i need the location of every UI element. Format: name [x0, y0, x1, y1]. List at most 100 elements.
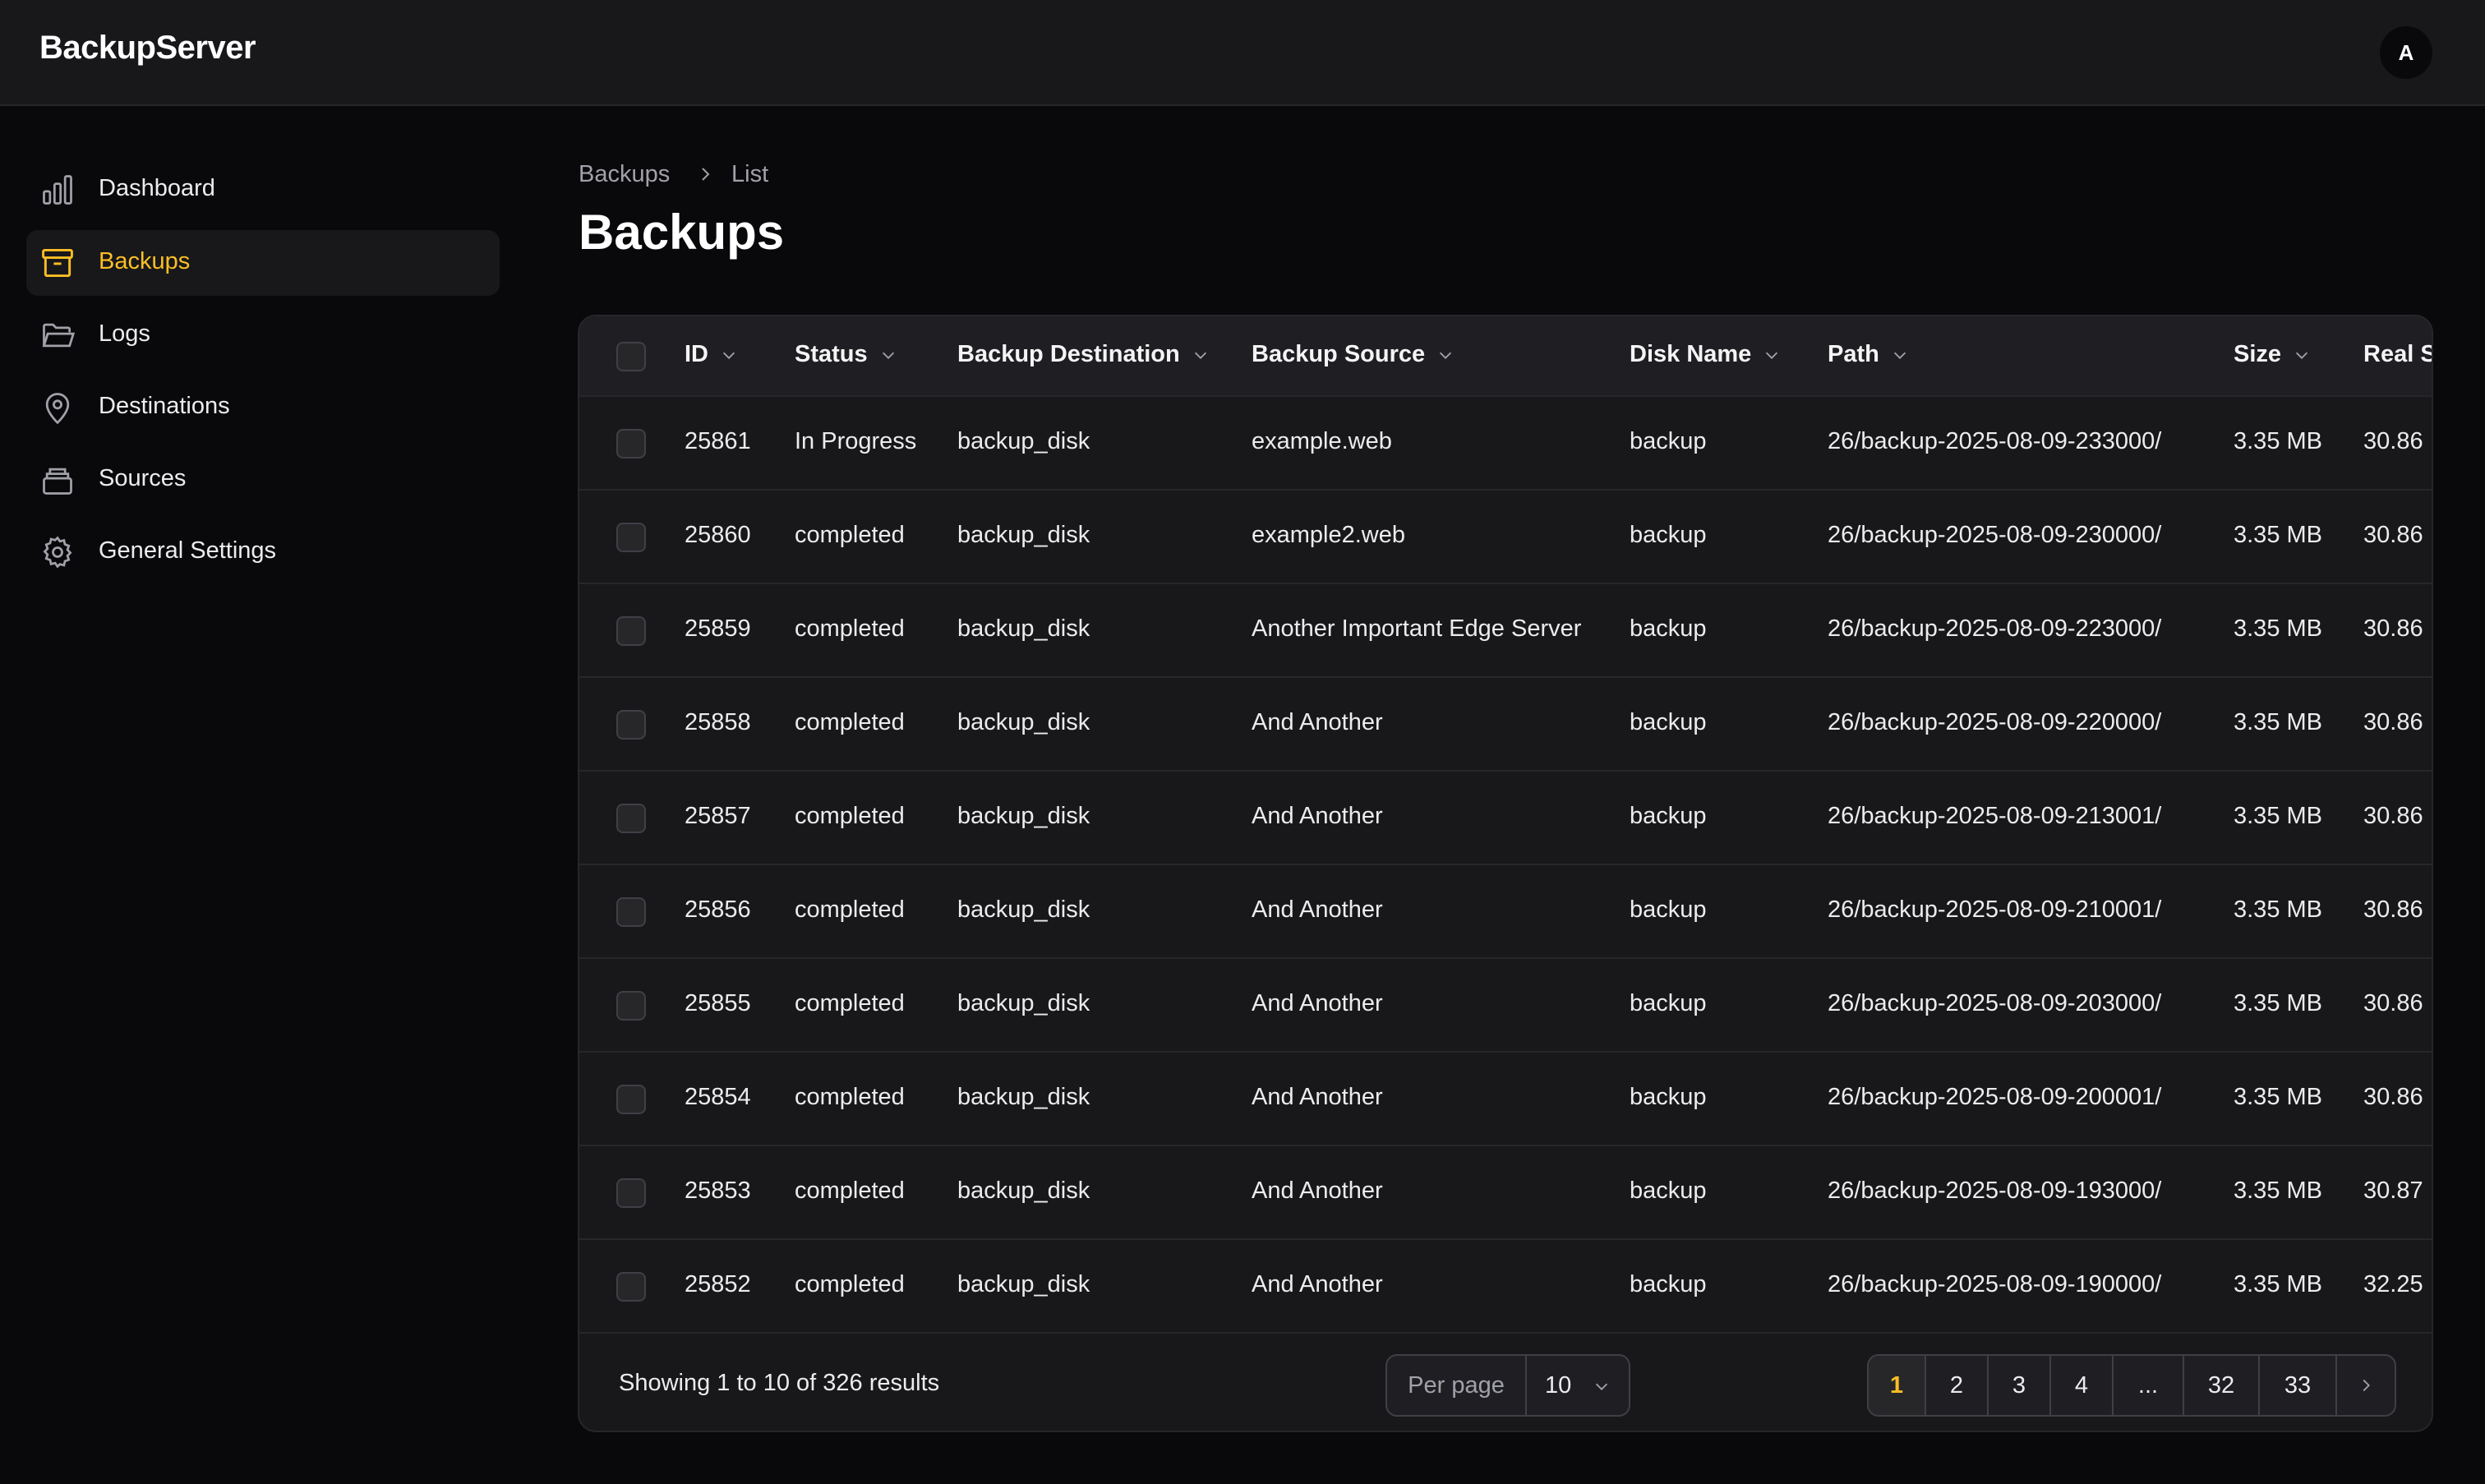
- chevron-down-icon: [1595, 1383, 1608, 1390]
- cell-backup-destination: backup_disk: [957, 615, 1090, 642]
- table-row[interactable]: 25853 completed backup_disk And Another back…: [579, 1146, 2433, 1240]
- row-checkbox[interactable]: [616, 429, 646, 459]
- table-row[interactable]: 25858 completed backup_disk And Another back…: [579, 678, 2432, 772]
- cell-real-size: 30.86: [2363, 803, 2423, 829]
- column-header-id[interactable]: ID: [685, 341, 738, 368]
- cell-disk-name: backup: [1630, 1271, 1707, 1297]
- per-page-label: Per page: [1387, 1356, 1527, 1415]
- row-checkbox[interactable]: [616, 991, 646, 1021]
- cell-path: 26/backup-2025-08-09-213001/: [1828, 803, 2162, 829]
- cell-path: 26/backup-2025-08-09-233000/: [1828, 428, 2162, 454]
- row-checkbox[interactable]: [616, 523, 646, 552]
- table-row[interactable]: 25855 completed backup_disk And Another back…: [579, 959, 2432, 1053]
- cell-backup-destination: backup_disk: [957, 522, 1090, 548]
- cell-backup-source: And Another: [1252, 990, 1383, 1016]
- cell-size: 3.35 MB: [2234, 428, 2322, 454]
- cell-size: 3.35 MB: [2234, 709, 2322, 735]
- column-header-status[interactable]: Status: [795, 341, 897, 368]
- sidebar-item-destinations[interactable]: Destinations: [26, 375, 500, 440]
- page-button-2[interactable]: 2: [1926, 1356, 1989, 1415]
- page-ellipsis: ...: [2114, 1356, 2184, 1415]
- page-button-32[interactable]: 32: [2184, 1356, 2260, 1415]
- cell-path: 26/backup-2025-08-09-210001/: [1828, 896, 2162, 923]
- cell-disk-name: backup: [1630, 896, 1707, 923]
- next-page-button[interactable]: [2337, 1356, 2395, 1415]
- cell-disk-name: backup: [1630, 615, 1707, 642]
- cell-path: 26/backup-2025-08-09-230000/: [1828, 522, 2162, 548]
- map-pin-icon: [39, 389, 76, 426]
- table-row[interactable]: 25857 completed backup_disk And Another back…: [579, 772, 2432, 865]
- cell-real-size: 30.87 I: [2363, 1178, 2433, 1204]
- cell-backup-source: Another Important Edge Server: [1252, 615, 1582, 642]
- sidebar-item-label: Dashboard: [99, 175, 215, 201]
- row-checkbox[interactable]: [616, 1178, 646, 1208]
- chevron-down-icon: [1194, 352, 1206, 359]
- select-all-checkbox[interactable]: [616, 342, 646, 371]
- per-page-select[interactable]: 10: [1527, 1356, 1629, 1415]
- folder-open-icon: [39, 317, 76, 353]
- cell-disk-name: backup: [1630, 1084, 1707, 1110]
- cell-real-size: 32.25: [2363, 1271, 2423, 1297]
- cell-id: 25852: [685, 1271, 751, 1297]
- cell-backup-source: example.web: [1252, 428, 1392, 454]
- page-button-1[interactable]: 1: [1869, 1356, 1926, 1415]
- cell-status: completed: [795, 709, 905, 735]
- column-header-real-size[interactable]: Real Si: [2363, 341, 2432, 368]
- page-title: Backups: [579, 205, 785, 260]
- cell-backup-destination: backup_disk: [957, 428, 1090, 454]
- cell-backup-destination: backup_disk: [957, 1271, 1090, 1297]
- stack-icon: [39, 462, 76, 498]
- cell-backup-destination: backup_disk: [957, 990, 1090, 1016]
- table-row[interactable]: 25852 completed backup_disk And Another back…: [579, 1240, 2432, 1334]
- column-header-backup-source[interactable]: Backup Source: [1252, 341, 1455, 368]
- cell-real-size: 30.86: [2363, 1084, 2423, 1110]
- row-checkbox[interactable]: [616, 897, 646, 927]
- page-button-3[interactable]: 3: [1989, 1356, 2051, 1415]
- sidebar-item-label: Destinations: [99, 393, 230, 419]
- cell-size: 3.35 MB: [2234, 1271, 2322, 1297]
- cell-disk-name: backup: [1630, 522, 1707, 548]
- row-checkbox[interactable]: [616, 616, 646, 646]
- cell-id: 25860: [685, 522, 751, 548]
- cell-size: 3.35 MB: [2234, 1084, 2322, 1110]
- breadcrumb-backups-link[interactable]: Backups: [579, 161, 670, 188]
- table-row[interactable]: 25861 In Progress backup_disk example.web ba…: [579, 397, 2432, 491]
- page-button-4[interactable]: 4: [2051, 1356, 2114, 1415]
- top-bar: BackupServer A: [0, 0, 2485, 106]
- cell-id: 25859: [685, 615, 751, 642]
- sidebar-item-label: Logs: [99, 320, 150, 347]
- sidebar-item-logs[interactable]: Logs: [26, 302, 500, 368]
- table-row[interactable]: 25859 completed backup_disk Another Importa…: [579, 584, 2432, 678]
- cell-backup-destination: backup_disk: [957, 803, 1090, 829]
- chevron-down-icon: [1893, 352, 1906, 359]
- cell-id: 25855: [685, 990, 751, 1016]
- column-header-disk-name[interactable]: Disk Name: [1630, 341, 1781, 368]
- sidebar-item-sources[interactable]: Sources: [26, 447, 500, 513]
- user-avatar[interactable]: A: [2380, 26, 2432, 79]
- row-checkbox[interactable]: [616, 804, 646, 833]
- row-checkbox[interactable]: [616, 1272, 646, 1302]
- sidebar-item-backups[interactable]: Backups: [26, 230, 500, 296]
- column-header-size[interactable]: Size: [2234, 341, 2311, 368]
- cell-path: 26/backup-2025-08-09-190000/: [1828, 1271, 2162, 1297]
- chevron-right-icon: [2363, 1379, 2370, 1392]
- row-checkbox[interactable]: [616, 710, 646, 740]
- sidebar-item-general-settings[interactable]: General Settings: [26, 519, 500, 585]
- column-header-path[interactable]: Path: [1828, 341, 1909, 368]
- cell-id: 25854: [685, 1084, 751, 1110]
- cell-backup-destination: backup_disk: [957, 709, 1090, 735]
- column-header-backup-destination[interactable]: Backup Destination: [957, 341, 1210, 368]
- cell-backup-source: And Another: [1252, 1178, 1383, 1204]
- breadcrumb-current: List: [731, 161, 769, 187]
- table-row[interactable]: 25854 completed backup_disk And Another back…: [579, 1053, 2432, 1146]
- cell-path: 26/backup-2025-08-09-223000/: [1828, 615, 2162, 642]
- sidebar-item-dashboard[interactable]: Dashboard: [26, 157, 500, 223]
- brand-logo[interactable]: BackupServer: [39, 30, 256, 67]
- row-checkbox[interactable]: [616, 1085, 646, 1114]
- cell-status: completed: [795, 615, 905, 642]
- chevron-down-icon: [1766, 352, 1778, 359]
- table-row[interactable]: 25860 completed backup_disk example2.web bac…: [579, 491, 2432, 584]
- per-page-value: 10: [1545, 1371, 1572, 1399]
- table-row[interactable]: 25856 completed backup_disk And Another back…: [579, 865, 2432, 959]
- page-button-33[interactable]: 33: [2260, 1356, 2337, 1415]
